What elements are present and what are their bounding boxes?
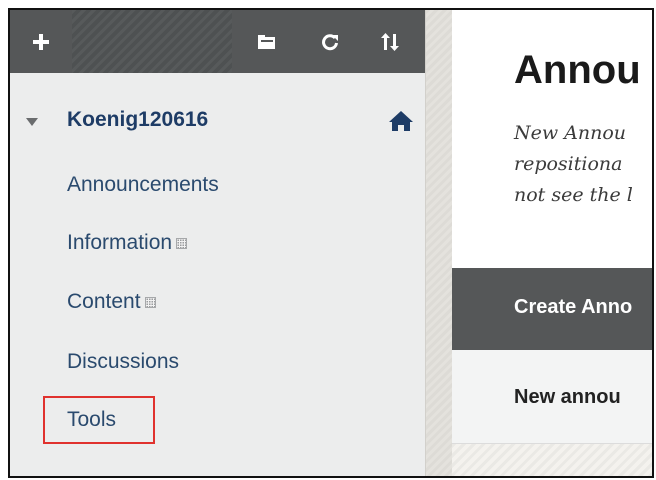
tools-highlight-box (43, 396, 155, 444)
instructions-line: not see the l (514, 184, 633, 206)
list-item-title[interactable]: New annou (514, 386, 621, 409)
manage-folders-button[interactable] (237, 10, 297, 73)
menu-item-announcements[interactable]: Announcements (67, 173, 219, 197)
menu-item-label: Content (67, 290, 141, 313)
course-header: Koenig120616 (10, 100, 425, 142)
sort-icon (381, 32, 399, 51)
home-icon[interactable] (388, 110, 414, 132)
page-title: Annou (514, 48, 641, 92)
refresh-button[interactable] (300, 10, 360, 73)
collapse-caret-icon[interactable] (26, 118, 38, 126)
menu-separator (425, 10, 452, 476)
hidden-from-students-icon (176, 237, 188, 249)
page-instructions: New Annou repositiona not see the l (514, 118, 652, 211)
course-menu-toolbar (10, 10, 425, 73)
menu-item-discussions[interactable]: Discussions (67, 350, 179, 374)
toolbar-spacer (72, 10, 232, 73)
folder-icon (258, 34, 275, 49)
menu-item-label: Announcements (67, 173, 219, 196)
course-title[interactable]: Koenig120616 (67, 108, 208, 132)
hidden-from-students-icon (144, 296, 156, 308)
content-pane: Annou New Annou repositiona not see the … (452, 10, 652, 476)
screenshot-frame: Koenig120616 Announcements Information C… (8, 8, 654, 478)
create-announcement-button[interactable]: Create Anno (514, 296, 632, 319)
plus-icon (33, 33, 49, 50)
instructions-line: New Annou (514, 122, 627, 144)
menu-item-label: Discussions (67, 350, 180, 373)
menu-item-content[interactable]: Content (67, 290, 156, 314)
reorder-button[interactable] (360, 10, 420, 73)
list-item: New annou (452, 350, 652, 444)
menu-item-label: Information (67, 231, 173, 254)
action-bar: Create Anno (452, 268, 652, 350)
add-menu-item-button[interactable] (10, 10, 72, 73)
course-menu: Koenig120616 Announcements Information C… (10, 10, 425, 476)
instructions-line: repositiona (514, 153, 623, 175)
menu-item-information[interactable]: Information (67, 231, 188, 255)
refresh-icon (322, 33, 338, 50)
content-background (452, 444, 652, 476)
